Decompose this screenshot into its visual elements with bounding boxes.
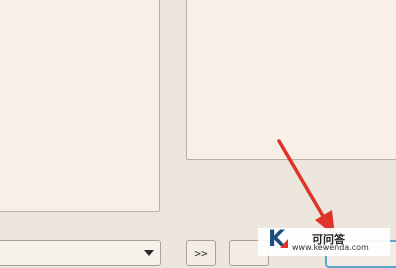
red-arrow-icon	[277, 139, 335, 236]
watermark: K 可问答 www.kewenda.com	[258, 228, 390, 256]
watermark-logo-accent-icon	[280, 239, 288, 248]
watermark-url: www.kewenda.com	[292, 243, 369, 252]
